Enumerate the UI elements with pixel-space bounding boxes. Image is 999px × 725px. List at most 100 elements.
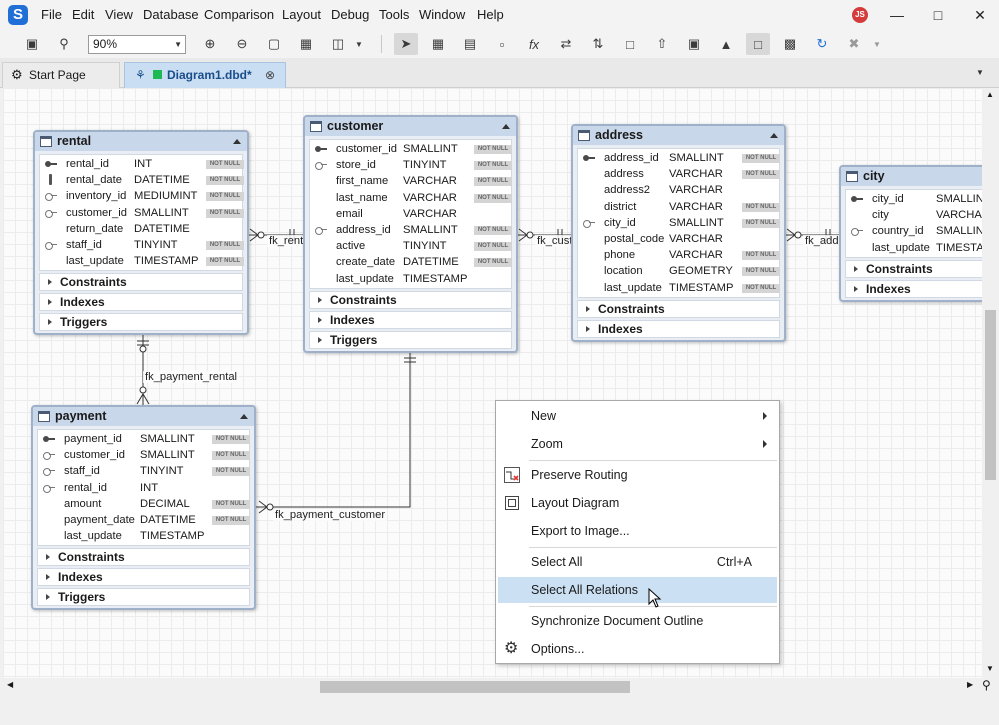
menu-edit[interactable]: Edit [72,7,94,22]
delete-dropdown-icon[interactable]: ▼ [870,33,884,55]
section-indexes[interactable]: Indexes [309,311,512,329]
column-row[interactable]: last_nameVARCHARNOT NULL [310,190,511,206]
zoom-fit-icon[interactable]: ▣ [20,33,44,55]
section-constraints[interactable]: Constraints [845,260,982,278]
menu-item-options[interactable]: ⚙ Options... [498,636,777,662]
column-row[interactable]: rental_idINTNOT NULL [40,156,242,172]
column-row[interactable]: address_idSMALLINTNOT NULL [578,150,779,166]
column-row[interactable]: last_updateTIMESTAMPNOT NULL [578,280,779,296]
export-icon[interactable]: ⇧ [650,33,674,55]
menu-item-new[interactable]: New [498,403,777,429]
procedure-icon[interactable]: ▫ [490,33,514,55]
page-dropdown-icon[interactable]: ▼ [352,33,366,55]
table-header[interactable]: rental [35,132,247,151]
column-row[interactable]: staff_idTINYINTNOT NULL [40,237,242,253]
zoom-in-icon[interactable]: ⊕ [198,33,222,55]
menu-window[interactable]: Window [419,7,465,22]
column-row[interactable]: customer_idSMALLINTNOT NULL [310,141,511,157]
relation-icon[interactable]: ⇄ [554,33,578,55]
page-icon[interactable]: ◫ [326,33,350,55]
menu-item-sync-outline[interactable]: Synchronize Document Outline [498,608,777,634]
column-row[interactable]: city_idSMALLINT [846,191,982,207]
collapse-icon[interactable] [770,133,778,138]
table-customer[interactable]: customercustomer_idSMALLINTNOT NULLstore… [303,115,518,353]
label-fk-payment-customer[interactable]: fk_payment_customer [273,509,387,521]
table-payment[interactable]: payment payment_idSMALLINTNOT NULLcustome… [31,405,256,610]
section-constraints[interactable]: Constraints [37,548,250,566]
column-row[interactable]: rental_idINT [38,480,249,496]
column-row[interactable]: payment_dateDATETIMENOT NULL [38,512,249,528]
column-row[interactable]: rental_dateDATETIMENOT NULL [40,172,242,188]
zoom-out-icon[interactable]: ⊖ [230,33,254,55]
section-constraints[interactable]: Constraints [309,291,512,309]
scroll-right-icon[interactable]: ▶ [967,680,973,689]
column-row[interactable]: country_idSMALLINT [846,223,982,239]
properties-icon[interactable]: ▩ [778,33,802,55]
maximize-icon[interactable]: □ [928,5,948,25]
section-indexes[interactable]: Indexes [39,293,243,311]
actual-size-icon[interactable]: ▢ [262,33,286,55]
column-row[interactable]: staff_idTINYINTNOT NULL [38,463,249,479]
scroll-left-icon[interactable]: ◀ [7,680,13,689]
column-row[interactable]: address_idSMALLINTNOT NULL [310,222,511,238]
stamp-icon[interactable]: ▣ [682,33,706,55]
column-row[interactable]: districtVARCHARNOT NULL [578,199,779,215]
section-indexes[interactable]: Indexes [577,320,780,338]
column-row[interactable]: last_updateTIMESTAMP [310,271,511,287]
column-row[interactable]: address2VARCHAR [578,182,779,198]
collapse-icon[interactable] [240,414,248,419]
tabs-dropdown-icon[interactable]: ▼ [976,68,984,77]
menu-item-zoom[interactable]: Zoom [498,431,777,457]
image-icon[interactable]: ▲ [714,33,738,55]
table-header[interactable]: city [841,167,982,186]
section-indexes[interactable]: Indexes [845,280,982,298]
column-row[interactable]: customer_idSMALLINTNOT NULL [38,447,249,463]
column-row[interactable]: locationGEOMETRYNOT NULL [578,263,779,279]
tab-close-icon[interactable]: ⊗ [265,63,275,87]
column-row[interactable]: payment_idSMALLINTNOT NULL [38,431,249,447]
note-icon[interactable]: □ [746,33,770,55]
column-row[interactable]: return_dateDATETIME [40,221,242,237]
menu-layout[interactable]: Layout [282,7,321,22]
fit-page-icon[interactable]: ▦ [294,33,318,55]
function-icon[interactable]: fx [522,33,546,55]
virtual-relation-icon[interactable]: ⇅ [586,33,610,55]
collapse-icon[interactable] [502,124,510,129]
label-fk-payment-rental[interactable]: fk_payment_rental [143,371,239,383]
zoom-corner-icon[interactable]: ⚲ [982,678,991,692]
menu-item-preserve-routing[interactable]: Preserve Routing [498,462,777,488]
column-row[interactable]: last_updateTIMESTAMP [38,528,249,544]
section-triggers[interactable]: Triggers [309,331,512,349]
column-row[interactable]: inventory_idMEDIUMINTNOT NULL [40,188,242,204]
menu-item-export-image[interactable]: Export to Image... [498,518,777,544]
delete-icon[interactable]: ✖ [842,33,866,55]
menu-item-select-all[interactable]: Select AllCtrl+A [498,549,777,575]
pointer-icon[interactable]: ➤ [394,33,418,55]
zoom-search-icon[interactable]: ⚲ [52,33,76,55]
menu-comparison[interactable]: Comparison [204,7,274,22]
column-row[interactable]: store_idTINYINTNOT NULL [310,157,511,173]
column-row[interactable]: city_idSMALLINTNOT NULL [578,215,779,231]
column-row[interactable]: create_dateDATETIMENOT NULL [310,254,511,270]
table-rental[interactable]: rental rental_idINTNOT NULLrental_dateDAT… [33,130,249,335]
table-header[interactable]: payment [33,407,254,426]
menu-database[interactable]: Database [143,7,199,22]
collapse-icon[interactable] [233,139,241,144]
close-window-icon[interactable]: ✕ [970,5,990,25]
column-row[interactable]: addressVARCHARNOT NULL [578,166,779,182]
user-avatar[interactable]: JS [852,7,868,23]
section-indexes[interactable]: Indexes [37,568,250,586]
column-row[interactable]: last_updateTIMESTAMPNOT NULL [40,253,242,269]
diagram-canvas[interactable]: fk_rental_customer fk_customer_address f… [3,88,982,678]
container-icon[interactable]: □ [618,33,642,55]
column-row[interactable]: customer_idSMALLINTNOT NULL [40,205,242,221]
section-triggers[interactable]: Triggers [37,588,250,606]
column-row[interactable]: activeTINYINTNOT NULL [310,238,511,254]
scroll-down-icon[interactable]: ▼ [986,664,994,673]
table-header[interactable]: address [573,126,784,145]
menu-tools[interactable]: Tools [379,7,409,22]
column-row[interactable]: cityVARCHAR [846,207,982,223]
menu-view[interactable]: View [105,7,133,22]
menu-item-layout-diagram[interactable]: Layout Diagram [498,490,777,516]
table-address[interactable]: addressaddress_idSMALLINTNOT NULLaddress… [571,124,786,342]
